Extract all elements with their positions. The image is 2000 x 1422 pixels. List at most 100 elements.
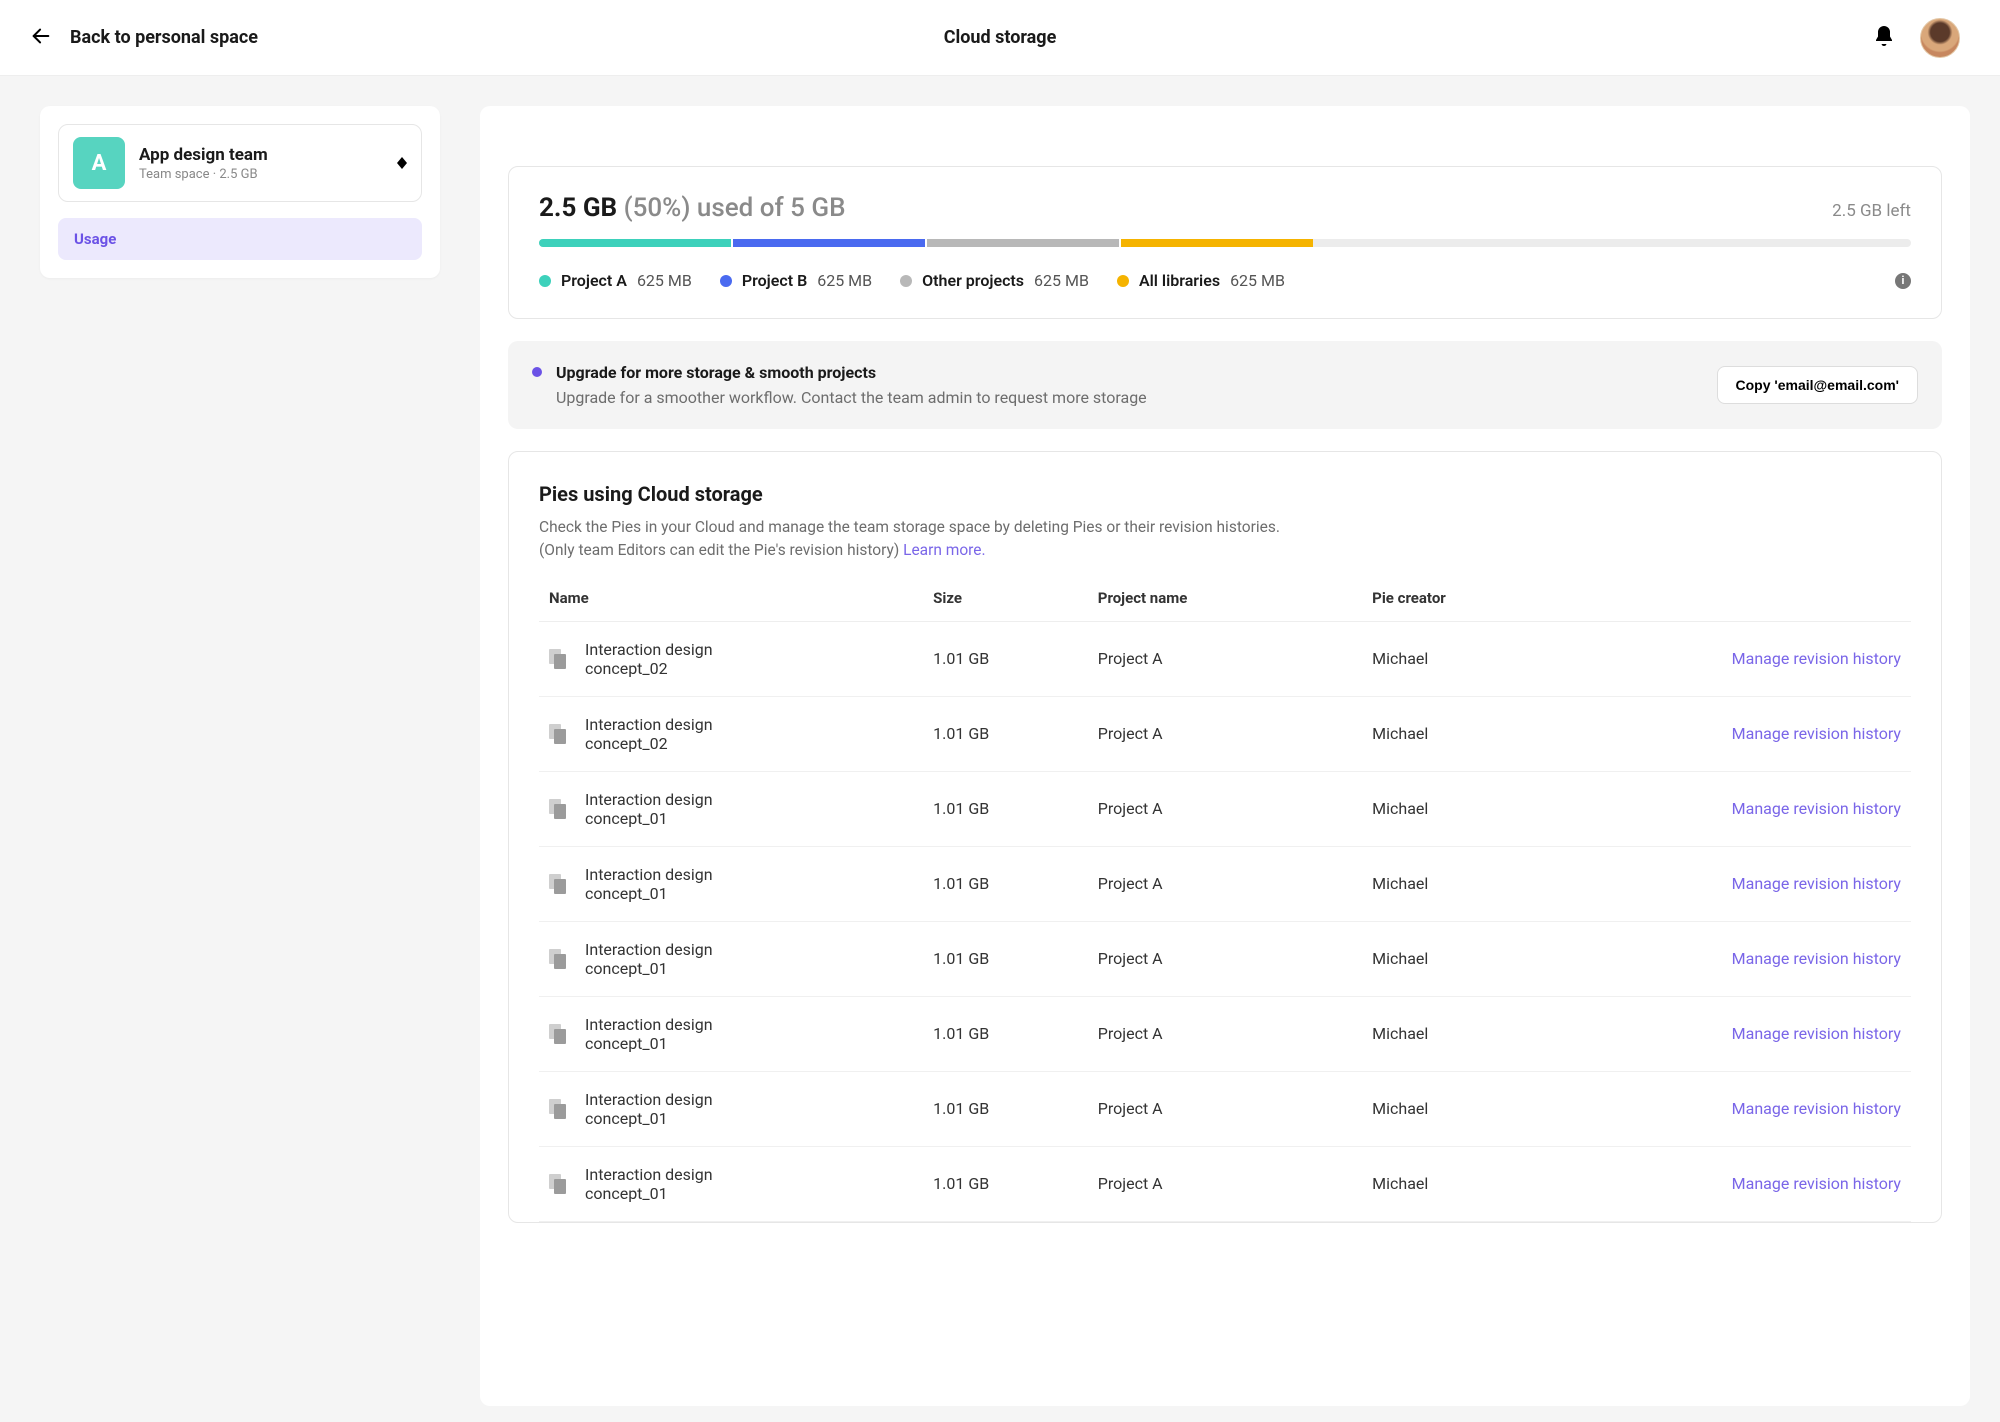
storage-card: 2.5 GB (50%) used of 5 GB 2.5 GB left Pr… [508, 166, 1942, 319]
pie-name: Interaction design concept_01 [585, 1090, 765, 1128]
table-row: Interaction design concept_01 1.01 GBProj… [539, 771, 1911, 846]
upgrade-title: Upgrade for more storage & smooth projec… [556, 363, 1147, 382]
pie-size: 1.01 GB [923, 696, 1088, 771]
pie-name: Interaction design concept_01 [585, 940, 765, 978]
pie-name: Interaction design concept_02 [585, 715, 765, 753]
pie-project: Project A [1088, 921, 1362, 996]
sidebar-item-usage[interactable]: Usage [58, 218, 422, 260]
pie-name: Interaction design concept_01 [585, 790, 765, 828]
legend-item: Other projects 625 MB [900, 271, 1089, 290]
pie-size: 1.01 GB [923, 921, 1088, 996]
legend-size: 625 MB [637, 271, 692, 290]
table-row: Interaction design concept_011.01 GBProj… [539, 1146, 1911, 1221]
pies-title: Pies using Cloud storage [539, 482, 1911, 506]
storage-used-pct: (50%) [624, 193, 691, 223]
upgrade-banner: Upgrade for more storage & smooth projec… [508, 341, 1942, 429]
pie-project: Project A [1088, 1146, 1362, 1221]
pie-project: Project A [1088, 846, 1362, 921]
pies-description: Check the Pies in your Cloud and manage … [539, 516, 1911, 563]
legend-size: 625 MB [817, 271, 872, 290]
pie-project: Project A [1088, 771, 1362, 846]
document-icon [549, 799, 567, 819]
pie-name: Interaction design concept_01 [585, 865, 765, 903]
team-name: App design team [139, 145, 268, 165]
pie-project: Project A [1088, 1071, 1362, 1146]
manage-revision-link[interactable]: Manage revision history [1732, 724, 1901, 743]
document-icon [549, 1174, 567, 1194]
pie-size: 1.01 GB [923, 621, 1088, 696]
legend-name: Other projects [922, 271, 1024, 290]
learn-more-link[interactable]: Learn more. [903, 541, 986, 559]
page-title: Cloud storage [944, 27, 1057, 48]
th-size: Size [923, 589, 1088, 622]
th-project: Project name [1088, 589, 1362, 622]
manage-revision-link[interactable]: Manage revision history [1732, 1099, 1901, 1118]
arrow-left-icon [30, 25, 52, 51]
document-icon [549, 1099, 567, 1119]
manage-revision-link[interactable]: Manage revision history [1732, 799, 1901, 818]
pie-project: Project A [1088, 696, 1362, 771]
storage-legend: Project A 625 MB Project B 625 MB Other pr… [539, 271, 1911, 290]
document-icon [549, 724, 567, 744]
storage-used-amount: 2.5 GB [539, 193, 617, 223]
table-row: Interaction design concept_01 1.01 GBProj… [539, 996, 1911, 1071]
pie-creator: Michael [1362, 846, 1636, 921]
main-panel: 2.5 GB (50%) used of 5 GB 2.5 GB left Pr… [480, 106, 1970, 1406]
table-row: Interaction design concept_01 1.01 GBProj… [539, 846, 1911, 921]
pie-creator: Michael [1362, 771, 1636, 846]
table-row: Interaction design concept_02 1.01 GBProj… [539, 696, 1911, 771]
pie-creator: Michael [1362, 621, 1636, 696]
th-creator: Pie creator [1362, 589, 1636, 622]
document-icon [549, 874, 567, 894]
legend-name: All libraries [1139, 271, 1220, 290]
legend-dot-icon [1117, 275, 1129, 287]
document-icon [549, 1024, 567, 1044]
pie-project: Project A [1088, 996, 1362, 1071]
pie-name: Interaction design concept_02 [585, 640, 765, 678]
legend-dot-icon [900, 275, 912, 287]
pie-creator: Michael [1362, 921, 1636, 996]
storage-left: 2.5 GB left [1832, 201, 1911, 221]
pies-section: Pies using Cloud storage Check the Pies … [508, 451, 1942, 1223]
sidebar-panel: A App design team Team space · 2.5 GB Us… [40, 106, 440, 278]
pie-creator: Michael [1362, 996, 1636, 1071]
legend-item: All libraries 625 MB [1117, 271, 1285, 290]
pie-creator: Michael [1362, 1071, 1636, 1146]
back-label: Back to personal space [70, 27, 258, 48]
bell-icon[interactable] [1872, 24, 1896, 52]
table-row: Interaction design concept_01 1.01 GBProj… [539, 1071, 1911, 1146]
legend-size: 625 MB [1230, 271, 1285, 290]
storage-bar [539, 239, 1911, 247]
bullet-icon [532, 367, 542, 377]
document-icon [549, 949, 567, 969]
storage-segment [927, 239, 1119, 247]
storage-segment [733, 239, 925, 247]
pie-name: Interaction design concept_01 [585, 1165, 765, 1203]
pie-size: 1.01 GB [923, 846, 1088, 921]
chevron-updown-icon [397, 157, 407, 169]
pie-creator: Michael [1362, 1146, 1636, 1221]
manage-revision-link[interactable]: Manage revision history [1732, 1024, 1901, 1043]
manage-revision-link[interactable]: Manage revision history [1732, 649, 1901, 668]
manage-revision-link[interactable]: Manage revision history [1732, 874, 1901, 893]
legend-name: Project B [742, 271, 807, 290]
manage-revision-link[interactable]: Manage revision history [1732, 949, 1901, 968]
pie-size: 1.01 GB [923, 996, 1088, 1071]
pie-project: Project A [1088, 621, 1362, 696]
storage-used-of: used of 5 GB [697, 193, 846, 223]
team-switcher[interactable]: A App design team Team space · 2.5 GB [58, 124, 422, 202]
info-icon[interactable]: i [1895, 273, 1911, 289]
avatar[interactable] [1920, 18, 1960, 58]
legend-name: Project A [561, 271, 627, 290]
pie-name: Interaction design concept_01 [585, 1015, 765, 1053]
pie-size: 1.01 GB [923, 771, 1088, 846]
manage-revision-link[interactable]: Manage revision history [1732, 1174, 1901, 1193]
table-row: Interaction design concept_01 1.01 GBProj… [539, 921, 1911, 996]
pie-creator: Michael [1362, 696, 1636, 771]
copy-email-button[interactable]: Copy 'email@email.com' [1717, 366, 1918, 404]
back-to-personal-space[interactable]: Back to personal space [30, 25, 258, 51]
storage-used: 2.5 GB (50%) used of 5 GB [539, 193, 846, 223]
pie-size: 1.01 GB [923, 1071, 1088, 1146]
legend-dot-icon [720, 275, 732, 287]
storage-segment [539, 239, 731, 247]
